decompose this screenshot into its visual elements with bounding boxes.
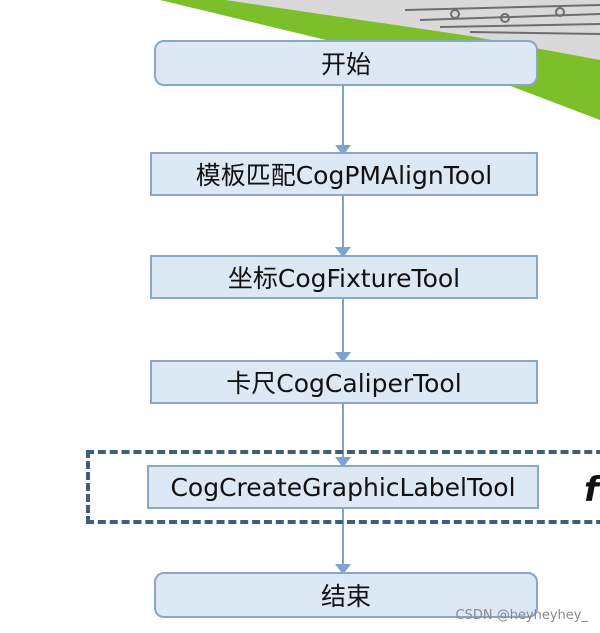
watermark-text: CSDN @heyheyhey_ — [455, 608, 589, 623]
step-node-fixture: 坐标CogFixtureTool — [150, 255, 538, 299]
step-node-template-match: 模板匹配CogPMAlignTool — [150, 152, 538, 196]
step-node-fixture-label: 坐标CogFixtureTool — [227, 264, 461, 293]
step-node-graphic-label: CogCreateGraphicLabelTool — [147, 465, 539, 509]
step-node-graphic-label-label: CogCreateGraphicLabelTool — [170, 472, 516, 502]
start-node-label: 开始 — [320, 50, 371, 79]
step-node-caliper-label: 卡尺CogCaliperTool — [226, 369, 462, 398]
end-node-label: 结束 — [320, 582, 371, 611]
flow-arrows — [335, 84, 351, 575]
step-node-template-match-label: 模板匹配CogPMAlignTool — [195, 161, 493, 190]
partial-text-fragment: fl — [584, 470, 600, 510]
start-node: 开始 — [154, 40, 538, 86]
step-node-caliper: 卡尺CogCaliperTool — [150, 360, 538, 404]
